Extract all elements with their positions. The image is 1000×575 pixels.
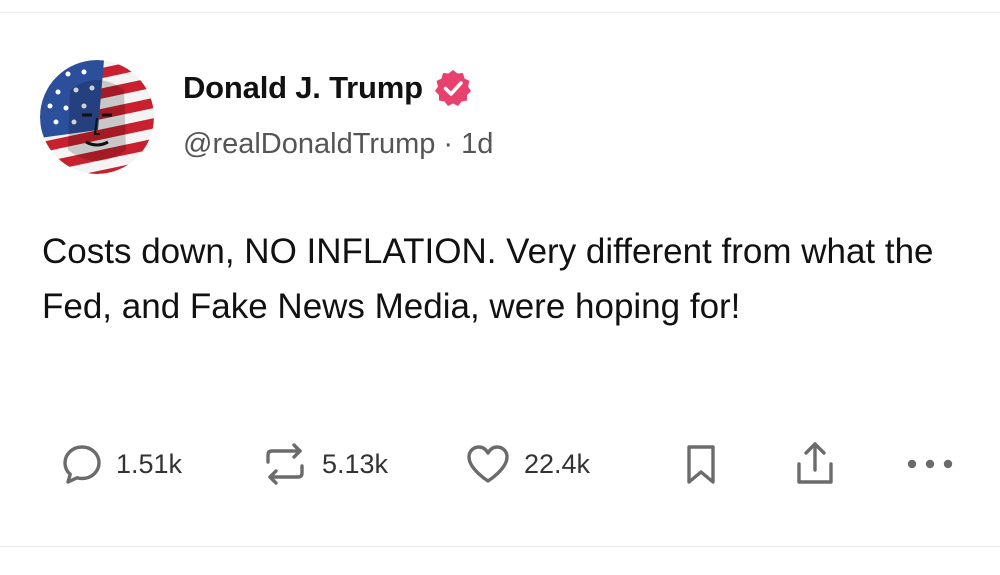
post-text: Costs down, NO INFLATION. Very different… [42, 232, 934, 326]
flag-portrait-avatar-icon [40, 60, 154, 174]
repost-count: 5.13k [322, 448, 389, 479]
bookmark-icon [687, 445, 715, 484]
reply-bubble-icon [63, 445, 101, 484]
author-name-row: Donald J. Trump [183, 66, 473, 110]
like-count: 22.4k [524, 448, 591, 479]
repost-button[interactable]: 5.13k [260, 438, 388, 490]
like-button[interactable]: 22.4k [464, 438, 590, 490]
post-age[interactable]: 1d [461, 128, 493, 160]
share-icon [797, 442, 833, 484]
heart-icon [467, 445, 509, 483]
divider-bottom [0, 546, 1000, 547]
post-actions-bar: 1.51k 5.13k 22.4k [0, 438, 1000, 490]
verified-badge-icon [434, 70, 471, 106]
post-card: Donald J. Trump @realDonaldTrump · 1d Cost… [0, 0, 1000, 575]
handle-separator: · [443, 128, 454, 160]
repost-icon [266, 443, 304, 485]
author-avatar[interactable] [40, 60, 154, 174]
more-dots-icon [907, 459, 953, 469]
author-display-name[interactable]: Donald J. Trump [183, 70, 423, 106]
share-button[interactable] [793, 438, 837, 490]
divider-top [0, 12, 1000, 13]
reply-count: 1.51k [116, 448, 183, 479]
more-options-button[interactable] [904, 438, 956, 490]
reply-button[interactable]: 1.51k [60, 438, 182, 490]
author-handle[interactable]: @realDonaldTrump [183, 128, 435, 160]
bookmark-button[interactable] [683, 438, 719, 490]
author-handle-row: @realDonaldTrump · 1d [183, 128, 493, 161]
